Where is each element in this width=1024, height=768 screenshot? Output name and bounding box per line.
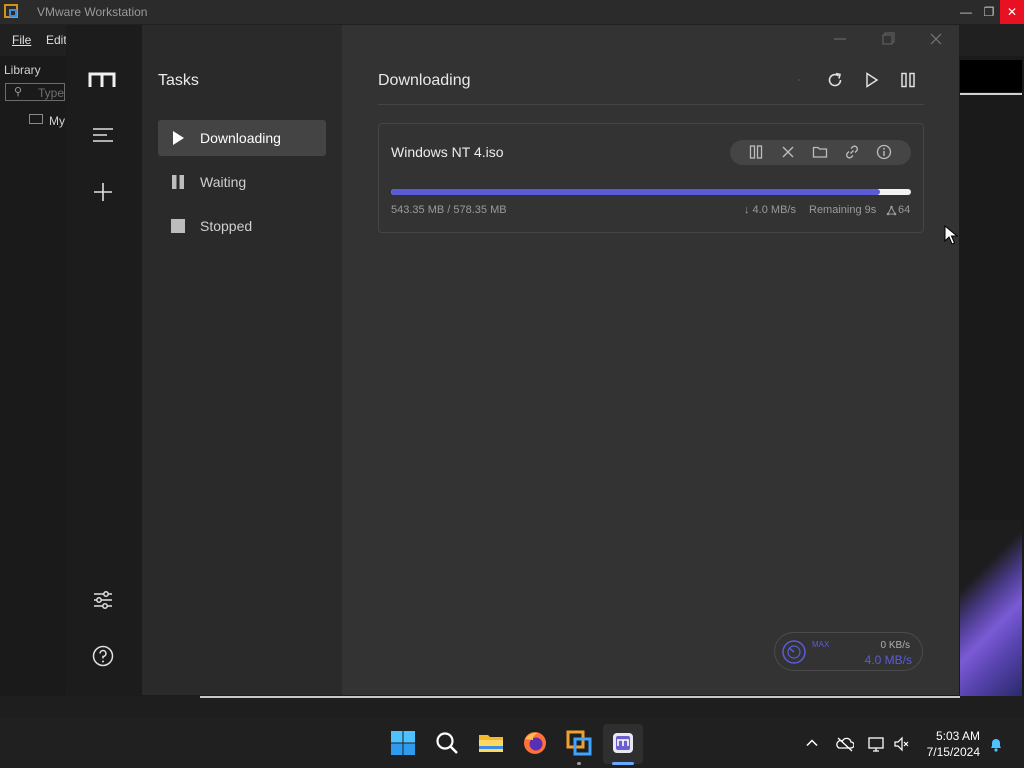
sidebar-item-label: Stopped [200,218,253,234]
folder-icon[interactable] [812,144,828,160]
host-menu-file[interactable]: File [12,33,31,47]
taskbar-active-indicator [612,762,634,765]
task-speed: ↓ 4.0 MB/s [744,204,796,216]
play-icon [173,131,184,145]
host-vm-wallpaper [960,520,1022,696]
speedometer-download: 4.0 MB/s [864,653,912,667]
motrix-logo-icon [88,72,116,87]
resume-all-icon[interactable] [863,71,881,89]
search-icon[interactable] [434,730,460,756]
add-task-icon[interactable] [92,181,114,203]
host-minimize-button[interactable]: — [954,0,978,24]
motrix-taskbar-icon[interactable] [610,730,636,756]
host-library-panel [0,56,67,696]
stop-icon [171,219,185,233]
speedometer-upload: 0 KB/s [880,640,910,651]
vmware-logo-icon [4,4,18,18]
mouse-cursor-icon [944,225,958,245]
preferences-icon[interactable] [92,589,114,611]
speedometer-icon [782,640,806,664]
host-titlebar [0,0,1024,24]
connections-icon [886,205,897,216]
sidebar-item-downloading[interactable]: Downloading [158,120,326,156]
sidebar-item-stopped[interactable]: Stopped [158,208,326,244]
taskbar-clock-date[interactable]: 7/15/2024 [920,745,980,759]
app-maximize-button[interactable] [879,30,897,48]
pause-icon [172,175,184,189]
host-library-label: Library [4,63,41,77]
sidebar-title: Tasks [158,72,199,89]
network-icon[interactable] [867,735,885,753]
page-title: Downloading [378,72,471,89]
app-minimize-button[interactable] [831,30,849,48]
host-scrollbar[interactable] [200,696,960,698]
pause-task-icon[interactable] [748,144,764,160]
speedometer-max-label: MAX [812,640,830,649]
task-progress-bar [391,189,911,195]
host-maximize-button[interactable]: ❐ [977,0,1001,24]
host-library-tree-item[interactable]: My [49,114,65,128]
firefox-icon[interactable] [522,730,548,756]
vmware-workstation-icon[interactable] [566,730,592,756]
onedrive-icon[interactable] [836,736,854,752]
task-name: Windows NT 4.iso [391,144,504,160]
sidebar-item-waiting[interactable]: Waiting [158,164,326,200]
host-library-search-placeholder: Type [38,86,65,100]
task-remaining: Remaining 9s [809,204,877,216]
host-vm-display-bar [960,60,1022,92]
notification-bell-icon[interactable] [988,736,1004,752]
info-icon[interactable] [876,144,892,160]
link-icon[interactable] [844,144,860,160]
host-close-button[interactable]: ✕ [1000,0,1024,24]
chevron-up-icon[interactable] [805,736,819,750]
refresh-icon[interactable] [826,71,844,89]
task-connections: 64 [898,204,911,216]
delete-tasks-icon[interactable] [790,71,808,89]
host-window-title: VMware Workstation [37,5,148,19]
computer-icon [29,114,43,124]
host-vm-display-line [960,93,1022,95]
sidebar-item-label: Downloading [200,130,281,146]
help-icon[interactable] [92,645,114,667]
host-statusbar [0,696,1024,718]
title-divider [378,104,924,105]
search-icon: ⚲ [14,86,23,98]
windows-start-icon[interactable] [390,730,416,756]
sidebar-item-label: Waiting [200,174,247,190]
task-progress-fill [391,189,880,195]
host-menu-edit[interactable]: Edit [46,33,67,47]
task-size: 543.35 MB / 578.35 MB [391,204,507,216]
app-close-button[interactable] [927,30,945,48]
file-explorer-icon[interactable] [478,730,504,756]
volume-muted-icon[interactable] [893,735,911,753]
remove-task-icon[interactable] [780,144,796,160]
menu-icon[interactable] [93,128,113,142]
taskbar-running-indicator [577,762,581,765]
pause-all-icon[interactable] [899,71,917,89]
taskbar-clock-time[interactable]: 5:03 AM [930,729,980,743]
